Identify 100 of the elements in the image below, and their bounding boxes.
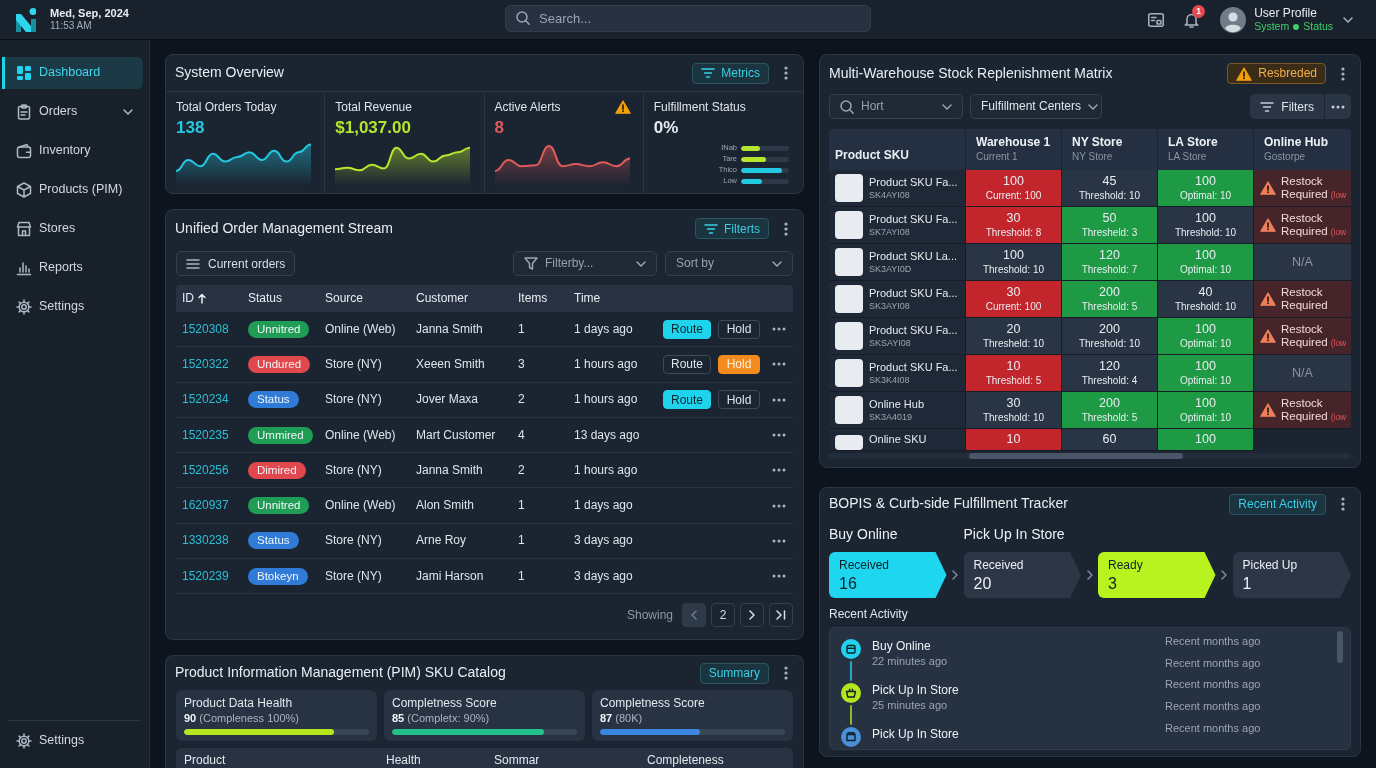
stat-value: 138 [176,117,205,138]
column-header[interactable]: Time [568,291,651,306]
metric-score: 85 (Completx: 90%) [392,711,490,725]
card-title: BOPIS & Curb-side Fulfillment Tracker [829,495,1068,513]
stock-quantity: 200 [1099,322,1120,337]
more-options-icon[interactable] [772,468,786,473]
nav-item[interactable]: Settings [2,725,143,757]
route-button[interactable]: Route [663,319,711,339]
table-cell-text: Online (Web) [324,321,397,337]
summary-button[interactable]: Summary [699,662,769,684]
table-cell-text: Store (NY) [324,462,383,478]
column-header[interactable]: Source [319,291,410,306]
sort-dropdown[interactable]: Sort by [665,251,793,276]
recent-activity-button[interactable]: Recent Activity [1229,493,1326,515]
stock-quantity: 120 [1099,248,1120,263]
order-id-link[interactable]: 1620937 [182,498,229,513]
not-available-label: N/A [1292,254,1313,270]
current-orders-button[interactable]: Current orders [176,251,296,276]
more-options-icon[interactable] [784,666,788,681]
page-button[interactable]: 2 [711,603,735,628]
more-options-icon[interactable] [1341,66,1345,81]
more-options-icon[interactable] [772,538,786,543]
nav-item[interactable]: Settings [2,291,143,323]
search-field[interactable]: Search... [505,4,871,32]
restock-label: Restock Required [1281,286,1328,311]
metric-label: Product Data Health [184,696,293,710]
more-options-icon[interactable] [772,433,786,438]
filters-button[interactable]: Filters [1250,94,1324,119]
scrollbar-thumb[interactable] [1337,631,1343,663]
column-header[interactable]: Customer [410,291,512,306]
nav-item[interactable]: Products (PIM) [2,174,143,206]
order-id-link[interactable]: 1520234 [182,392,229,407]
more-options-icon[interactable] [772,362,786,367]
stock-quantity: 45 [1102,174,1117,189]
more-options-icon[interactable] [784,221,788,236]
stage-card[interactable]: Ready 3 [1098,552,1216,598]
order-id-link[interactable]: 1520322 [182,356,229,371]
more-options-icon[interactable] [772,503,786,508]
column-header[interactable]: Status [242,291,319,306]
stage-card[interactable]: Received 16 [829,552,947,598]
status-text: System [1254,20,1290,33]
more-options-icon[interactable] [772,574,786,579]
location-name: LA Store [1168,135,1218,150]
filters-button[interactable]: Filterts [695,218,769,239]
nav-item[interactable]: Reports [2,252,143,284]
stage-label: Received [839,558,890,573]
status-badge: Btokeyn [248,567,308,585]
chevron-down-icon [942,103,952,110]
chevron-down-icon[interactable] [1343,16,1353,23]
next-page-button[interactable] [740,603,764,628]
metrics-button[interactable]: Metrics [692,62,769,84]
restock-label: Restock Required [1281,322,1328,348]
more-options-icon[interactable] [772,327,786,332]
scrollbar-thumb[interactable] [969,453,1183,459]
order-id-link[interactable]: 1520235 [182,427,229,442]
location-dropdown[interactable]: Fulfillment Centers [970,94,1102,119]
filter-dropdown[interactable]: Filterby... [513,251,657,276]
route-button[interactable]: Route [663,354,711,374]
order-id-link[interactable]: 1520239 [182,568,229,583]
table-cell-text: Janna Smith [415,462,484,478]
more-options-icon[interactable] [1341,497,1345,511]
chevron-left-icon [691,610,697,621]
table-cell-text: 3 days ago [573,568,634,584]
user-silhouette-icon[interactable] [1220,6,1247,33]
restock-note: (iow [1330,411,1347,422]
not-available-label: N/A [1292,365,1313,381]
table-cell-text: Mart Customer [415,427,497,443]
stage-card[interactable]: Received 20 [963,552,1081,598]
more-options-icon[interactable] [784,66,788,80]
section-label: Recent Activity [829,606,908,622]
card-title: Product Information Management (PIM) SKU Catalog [175,664,506,682]
stock-threshold: Threshold: 5 [985,374,1042,387]
activity-title: Buy Online [872,639,931,653]
column-header: Product SKU [834,147,910,164]
stage-card[interactable]: Picked Up 1 [1232,552,1351,598]
card-icon[interactable] [1148,12,1165,27]
stock-quantity: 60 [1102,432,1117,447]
nav-item[interactable]: Stores [2,213,143,245]
column-header[interactable]: ID [176,291,242,306]
last-page-button[interactable] [769,603,793,628]
stage-count: 20 [973,574,992,593]
date-label: Med, Sep, 2024 [50,7,129,20]
nav-item[interactable]: Dashboard [2,57,143,89]
search-dropdown[interactable]: Hort [829,94,963,119]
hold-button[interactable]: Hold [718,390,760,410]
route-button[interactable]: Route [663,390,711,410]
order-id-link[interactable]: 1520256 [182,462,229,477]
nav-item[interactable]: Orders [2,96,143,128]
nav-item[interactable]: Inventory [2,135,143,167]
more-button[interactable] [1324,94,1351,119]
stage-label: Picked Up [1242,558,1298,573]
stock-threshold: Current: 100 [985,300,1042,313]
more-options-icon[interactable] [772,397,786,402]
column-header[interactable]: Items [512,291,568,306]
order-id-link[interactable]: 1520308 [182,321,229,336]
table-cell-text: 1 days ago [573,498,634,514]
hold-button[interactable]: Hold [718,319,760,339]
order-id-link[interactable]: 1330238 [182,533,229,548]
photo-placeholder [835,435,863,450]
product-sku: SK3AYI08 [869,299,910,312]
